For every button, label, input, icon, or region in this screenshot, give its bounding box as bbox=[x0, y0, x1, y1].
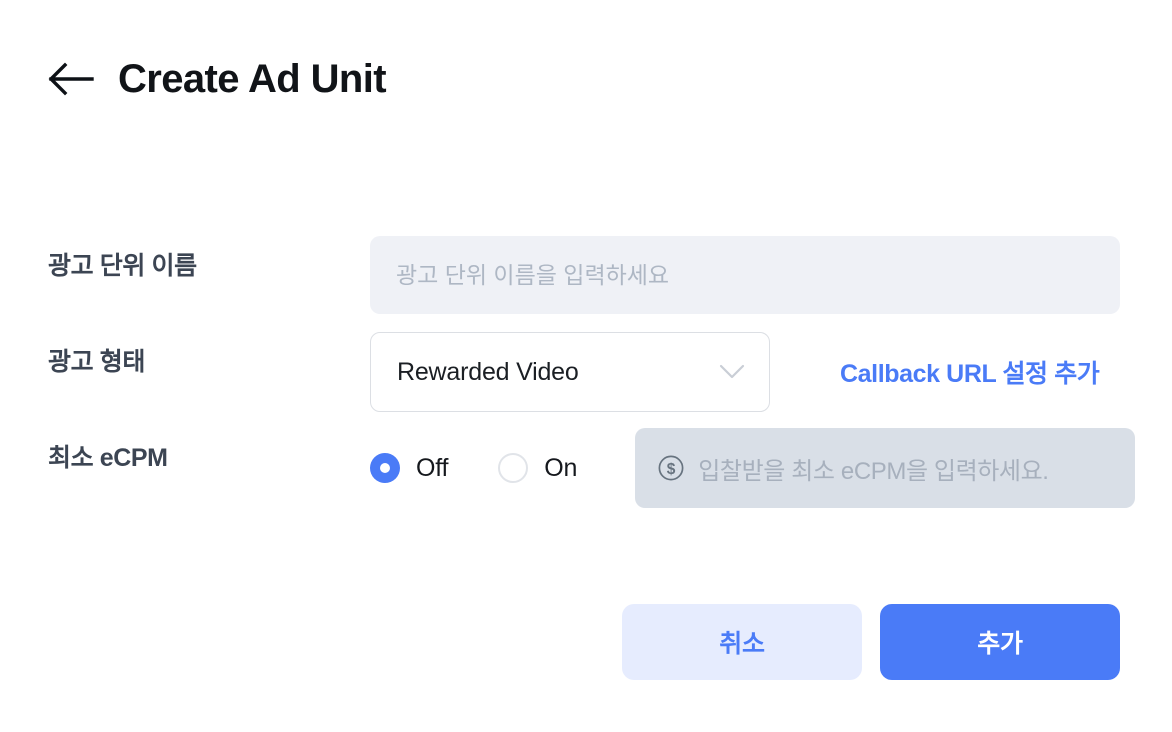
min-ecpm-controls: Off On $ 입찰받을 최소 eCPM을 입력하세요. bbox=[370, 428, 1136, 508]
min-ecpm-input[interactable]: $ 입찰받을 최소 eCPM을 입력하세요. bbox=[635, 428, 1136, 508]
form-row-min-ecpm: 최소 eCPM Off On $ 입찰받을 최소 eCPM을 입력하세요. bbox=[48, 428, 1172, 508]
min-ecpm-radio-group: Off On bbox=[370, 453, 627, 483]
page-title: Create Ad Unit bbox=[118, 57, 387, 101]
chevron-down-icon bbox=[719, 364, 745, 380]
label-ad-type: 광고 형태 bbox=[48, 348, 145, 376]
radio-option-off[interactable]: Off bbox=[370, 453, 448, 483]
ad-type-controls: Rewarded Video Callback URL 설정 추가 bbox=[370, 332, 1100, 412]
dollar-circle-icon: $ bbox=[657, 454, 685, 482]
label-ad-unit-name: 광고 단위 이름 bbox=[48, 252, 197, 280]
label-min-ecpm: 최소 eCPM bbox=[48, 444, 168, 472]
radio-option-on[interactable]: On bbox=[498, 453, 577, 483]
arrow-left-icon bbox=[48, 62, 94, 96]
ad-type-selected-value: Rewarded Video bbox=[397, 357, 579, 386]
callback-url-link[interactable]: Callback URL 설정 추가 bbox=[840, 354, 1100, 390]
radio-label-off: Off bbox=[416, 453, 449, 482]
submit-button[interactable]: 추가 bbox=[880, 604, 1120, 680]
ad-type-select[interactable]: Rewarded Video bbox=[370, 332, 770, 412]
radio-mark-on-unselected[interactable] bbox=[498, 453, 529, 483]
min-ecpm-placeholder: 입찰받을 최소 eCPM을 입력하세요. bbox=[698, 457, 1049, 485]
ad-unit-name-input[interactable] bbox=[370, 236, 1120, 314]
form-row-ad-type: 광고 형태 Rewarded Video Callback URL 설정 추가 bbox=[48, 332, 1172, 412]
radio-mark-off-selected[interactable] bbox=[370, 453, 400, 483]
form-actions: 취소 추가 bbox=[0, 604, 1172, 680]
back-button[interactable] bbox=[48, 56, 94, 102]
form-row-ad-unit-name: 광고 단위 이름 bbox=[48, 236, 1172, 314]
page-header: Create Ad Unit bbox=[0, 0, 1172, 110]
radio-label-on: On bbox=[544, 453, 578, 482]
cancel-button[interactable]: 취소 bbox=[622, 604, 862, 680]
svg-text:$: $ bbox=[667, 461, 676, 478]
